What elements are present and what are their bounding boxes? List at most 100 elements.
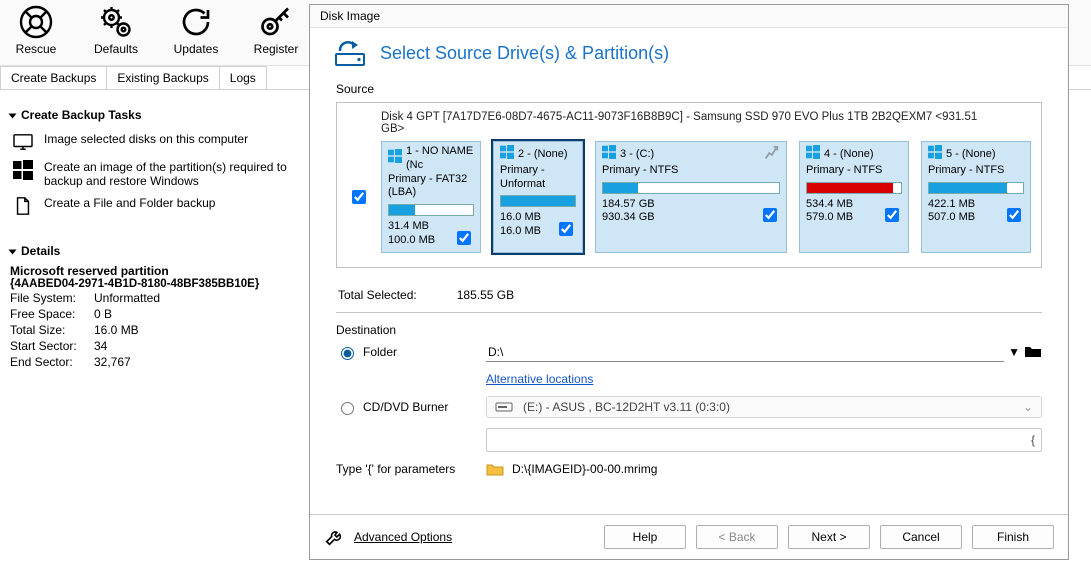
destination-folder-radio[interactable]: Folder xyxy=(336,344,476,360)
partition-used: 422.1 MB xyxy=(928,198,975,212)
burner-select[interactable]: (E:) - ASUS , BC-12D2HT v3.11 (0:3:0) ⌄ xyxy=(486,396,1042,418)
drive-arrow-icon xyxy=(334,38,368,68)
partition-used: 184.57 GB xyxy=(602,198,655,212)
partition-used: 16.0 MB xyxy=(500,211,541,225)
finish-button[interactable]: Finish xyxy=(972,525,1054,549)
windows-icon xyxy=(602,145,616,164)
updates-button[interactable]: Updates xyxy=(168,4,224,56)
partition-number: 2 - (None) xyxy=(518,148,568,162)
partition-total: 930.34 GB xyxy=(602,211,655,225)
partition-checkbox[interactable] xyxy=(559,222,573,236)
tab-logs[interactable]: Logs xyxy=(219,66,267,89)
burner-value: (E:) - ASUS , BC-12D2HT v3.11 (0:3:0) xyxy=(523,400,730,414)
disk-image-dialog: Disk Image Select Source Drive(s) & Part… xyxy=(309,4,1069,560)
partition-checkbox[interactable] xyxy=(763,208,777,222)
optical-drive-icon xyxy=(495,401,513,413)
defaults-label: Defaults xyxy=(94,42,138,56)
partition-total: 507.0 MB xyxy=(928,211,975,225)
partition-card[interactable]: 1 - NO NAME (NcPrimary - FAT32 (LBA) 31.4… xyxy=(381,141,481,253)
dialog-header: Select Source Drive(s) & Partition(s) xyxy=(310,28,1068,78)
partition-total: 100.0 MB xyxy=(388,234,435,248)
gears-icon xyxy=(98,4,134,40)
type-hint: Type '{' for parameters xyxy=(336,462,476,476)
cancel-button[interactable]: Cancel xyxy=(880,525,962,549)
defaults-button[interactable]: Defaults xyxy=(88,4,144,56)
task-label: Image selected disks on this computer xyxy=(44,132,248,146)
dialog-header-text: Select Source Drive(s) & Partition(s) xyxy=(380,43,669,64)
tab-create-backups[interactable]: Create Backups xyxy=(0,66,107,89)
back-button[interactable]: < Back xyxy=(696,525,778,549)
partition-card[interactable]: 5 - (None) Primary - NTFS 422.1 MB507.0 MB xyxy=(921,141,1031,253)
details-guid: {4AABED04-2971-4B1D-8180-48BF385BB10E} xyxy=(10,278,290,290)
task-image-windows[interactable]: Create an image of the partition(s) requ… xyxy=(10,156,290,192)
usage-bar xyxy=(806,182,902,194)
folder-dropdown-icon[interactable]: ▼ xyxy=(1008,345,1020,359)
partition-total: 579.0 MB xyxy=(806,211,853,225)
details-heading: Details xyxy=(10,244,290,258)
file-icon xyxy=(12,196,34,216)
partition-card[interactable]: 3 - (C:)Primary - NTFS184.57 GB930.34 GB xyxy=(595,141,787,253)
partition-number: 5 - (None) xyxy=(946,148,996,162)
windows-icon xyxy=(806,145,820,164)
partition-checkbox[interactable] xyxy=(885,208,899,222)
dialog-footer: Advanced Options Help < Back Next > Canc… xyxy=(310,514,1068,559)
rescue-button[interactable]: Rescue xyxy=(8,4,64,56)
partition-number: 3 - (C:) xyxy=(620,148,654,162)
dialog-title: Disk Image xyxy=(310,5,1068,28)
partition-type: Primary - Unformat xyxy=(500,164,576,192)
parameter-field[interactable]: { xyxy=(486,428,1042,452)
details-row: End Sector:32,767 xyxy=(10,354,290,370)
usage-bar xyxy=(602,182,780,194)
partition-card[interactable]: 4 - (None) Primary - NTFS 534.4 MB579.0 MB xyxy=(799,141,909,253)
folder-icon xyxy=(486,462,504,476)
details-row: Total Size:16.0 MB xyxy=(10,322,290,338)
alternative-locations-link[interactable]: Alternative locations xyxy=(486,372,593,386)
windows-icon xyxy=(500,145,514,164)
task-label: Create a File and Folder backup xyxy=(44,196,215,210)
output-path: D:\{IMAGEID}-00-00.mrimg xyxy=(486,462,1042,476)
partition-checkbox[interactable] xyxy=(457,231,471,245)
partition-number: 4 - (None) xyxy=(824,148,874,162)
help-button[interactable]: Help xyxy=(604,525,686,549)
running-icon xyxy=(762,146,780,167)
usage-bar xyxy=(388,204,474,216)
partition-checkbox[interactable] xyxy=(1007,208,1021,222)
partition-used: 534.4 MB xyxy=(806,198,853,212)
rescue-label: Rescue xyxy=(16,42,57,56)
select-all-partitions-checkbox[interactable] xyxy=(352,190,366,204)
windows-icon xyxy=(928,145,942,164)
details-row: Start Sector:34 xyxy=(10,338,290,354)
partition-type: Primary - FAT32 (LBA) xyxy=(388,173,474,201)
source-label: Source xyxy=(336,82,1042,96)
tasks-heading: Create Backup Tasks xyxy=(10,108,290,122)
usage-bar xyxy=(928,182,1024,194)
destination-label: Destination xyxy=(336,323,1042,337)
partition-number: 1 - NO NAME (Nc xyxy=(406,145,474,173)
details-title: Microsoft reserved partition xyxy=(10,264,290,278)
partition-type: Primary - NTFS xyxy=(806,164,902,178)
register-button[interactable]: Register xyxy=(248,4,304,56)
chevron-down-icon: ⌄ xyxy=(1023,400,1033,414)
windows-icon xyxy=(12,160,34,180)
task-image-disks[interactable]: Image selected disks on this computer xyxy=(10,128,290,156)
partition-used: 31.4 MB xyxy=(388,220,435,234)
task-file-folder[interactable]: Create a File and Folder backup xyxy=(10,192,290,220)
source-box: Disk 4 GPT [7A17D7E6-08D7-4675-AC11-9073… xyxy=(336,102,1042,268)
wrench-icon xyxy=(324,526,346,548)
partition-card[interactable]: 2 - (None)Primary - Unformat16.0 MB16.0 … xyxy=(493,141,583,253)
next-button[interactable]: Next > xyxy=(788,525,870,549)
advanced-options-link[interactable]: Advanced Options xyxy=(324,526,452,548)
windows-icon xyxy=(388,149,402,168)
disk-description: Disk 4 GPT [7A17D7E6-08D7-4675-AC11-9073… xyxy=(381,111,997,135)
browse-folder-icon[interactable] xyxy=(1024,344,1042,361)
tab-existing-backups[interactable]: Existing Backups xyxy=(106,66,219,89)
monitor-icon xyxy=(12,132,34,152)
partition-type: Primary - NTFS xyxy=(928,164,1024,178)
refresh-icon xyxy=(178,4,214,40)
destination-burner-radio[interactable]: CD/DVD Burner xyxy=(336,399,476,415)
key-icon xyxy=(258,4,294,40)
chevron-down-icon xyxy=(9,113,17,118)
folder-path-input[interactable] xyxy=(486,343,1004,362)
details-row: File System:Unformatted xyxy=(10,290,290,306)
task-label: Create an image of the partition(s) requ… xyxy=(44,160,288,188)
